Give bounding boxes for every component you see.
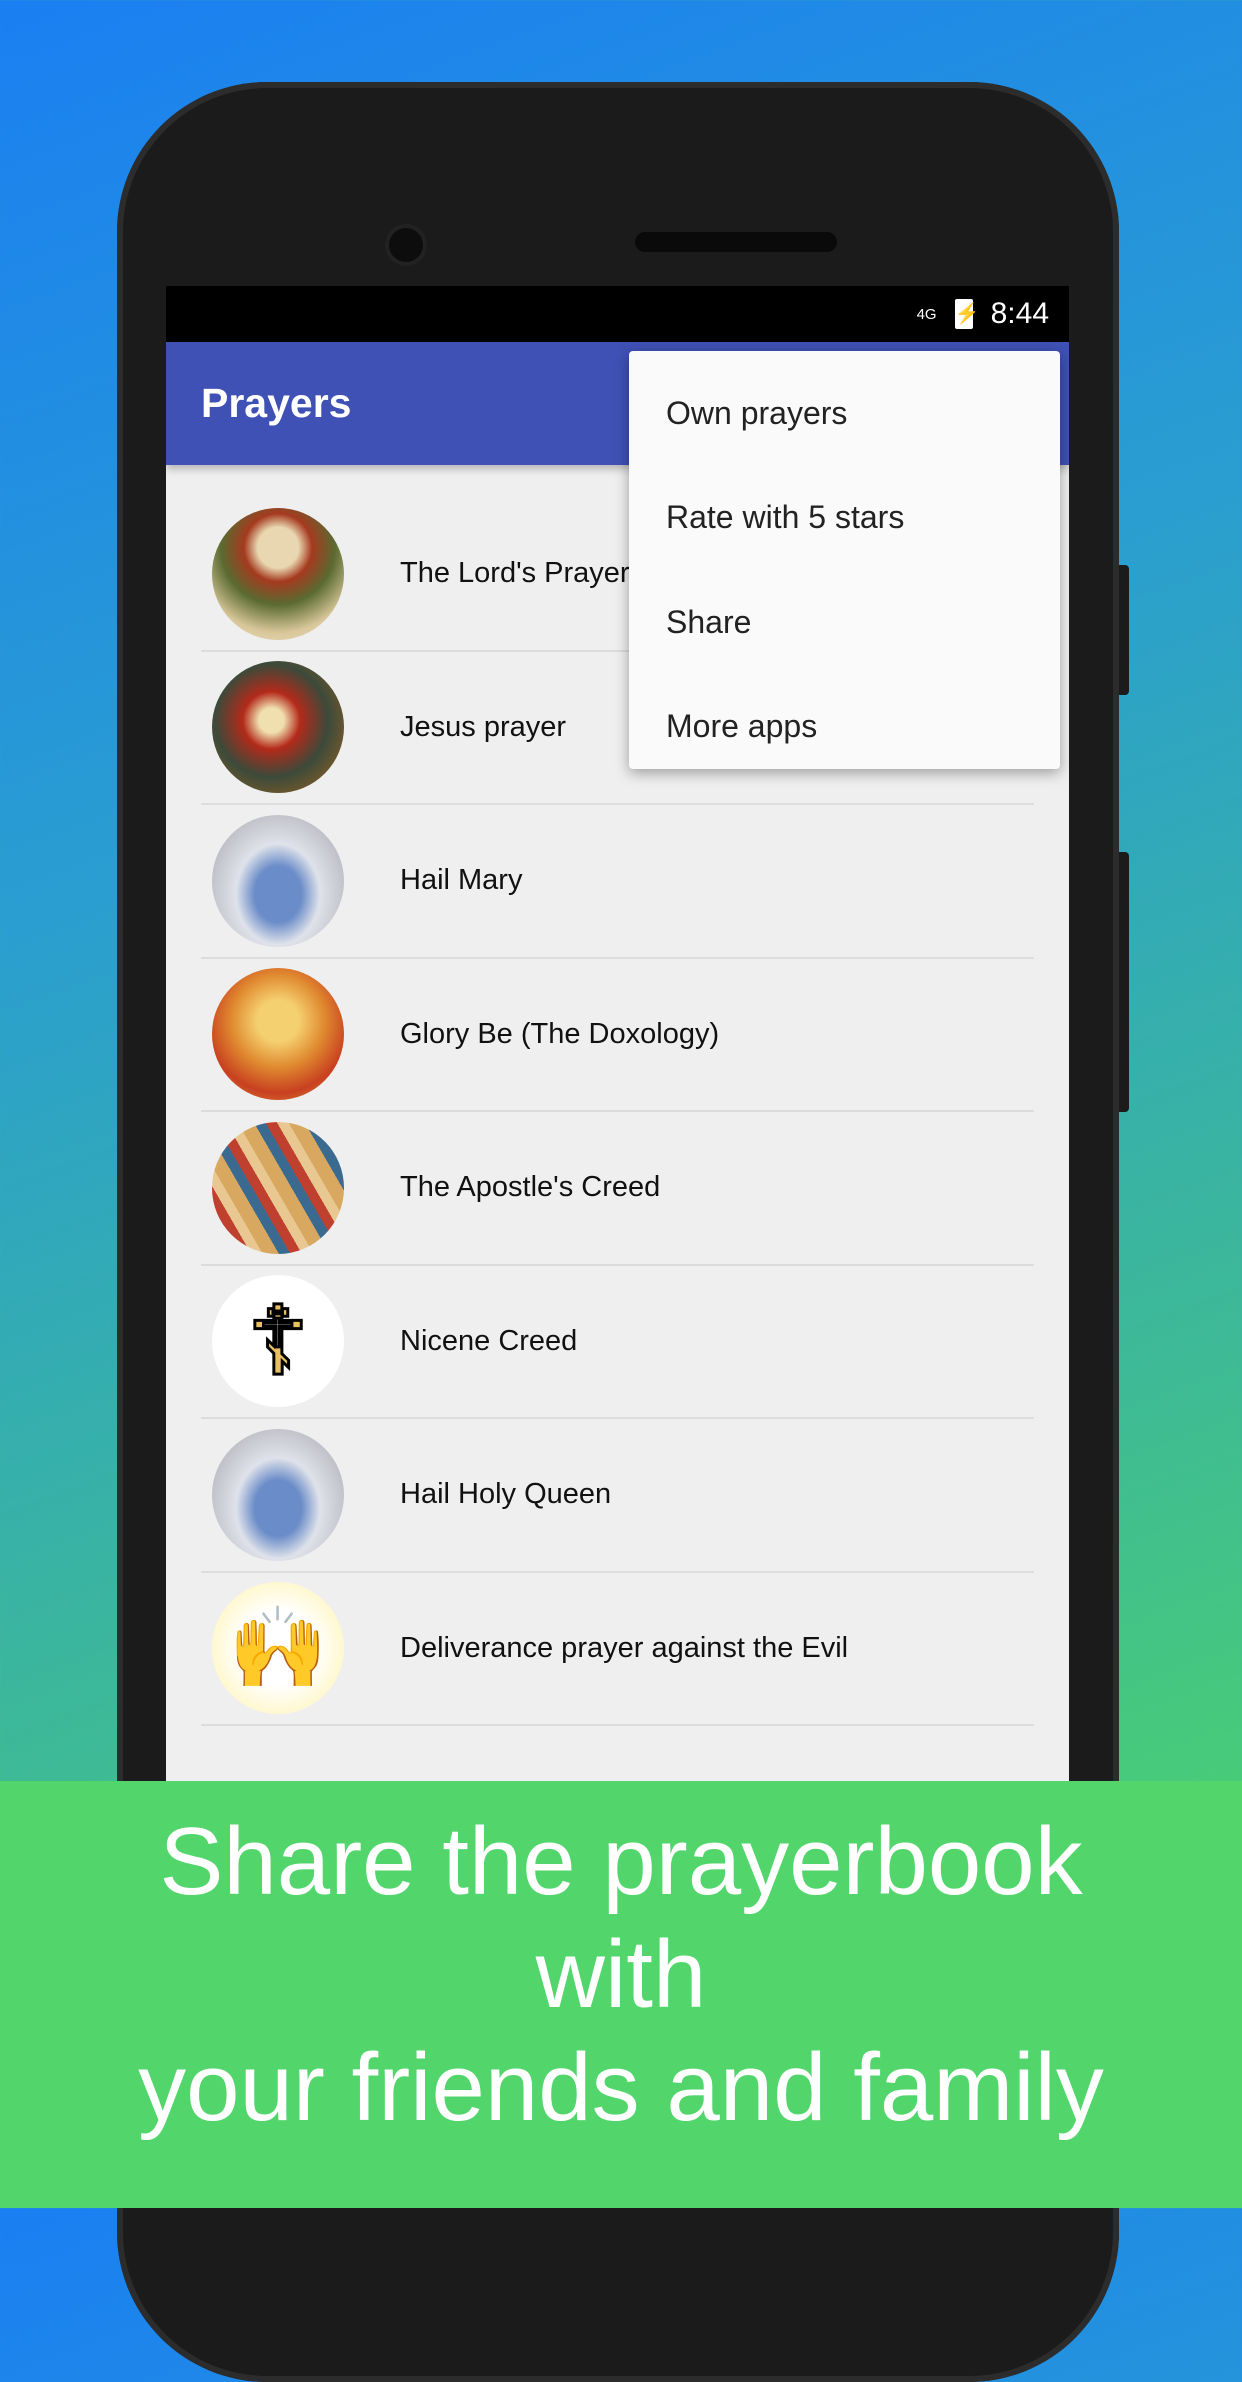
list-item[interactable]: ☦ Nicene Creed (201, 1266, 1034, 1419)
list-item-label: Hail Holy Queen (400, 1478, 612, 1511)
menu-item-more-apps[interactable]: More apps (629, 675, 1060, 780)
list-item-label: Nicene Creed (400, 1324, 578, 1357)
list-item-label: The Apostle's Creed (400, 1171, 661, 1204)
jesus-praying-icon (212, 661, 344, 794)
virgin-mary-icon (212, 814, 344, 947)
banner-line: your friends and family (138, 2034, 1104, 2141)
menu-item-rate[interactable]: Rate with 5 stars (629, 466, 1060, 571)
list-item-label: The Lord's Prayer (400, 557, 630, 590)
app-screen: 4G ⚡ 8:44 Prayers Own prayers Rate with … (166, 286, 1069, 1786)
list-item[interactable]: Glory Be (The Doxology) (201, 959, 1034, 1112)
page-title: Prayers (201, 380, 352, 426)
orthodox-cross-icon: ☦ (212, 1275, 344, 1408)
battery-charging-icon: ⚡ (954, 299, 980, 329)
banner-line: with (535, 1921, 707, 2028)
god-the-father-icon (212, 507, 344, 640)
promo-banner: Share the prayerbook with your friends a… (0, 1781, 1242, 2208)
network-indicator: 4G (916, 305, 937, 323)
list-item-label: Jesus prayer (400, 710, 567, 743)
apostles-icon (212, 1121, 344, 1254)
list-item[interactable]: Hail Holy Queen (201, 1419, 1034, 1573)
list-item-label: Hail Mary (400, 864, 523, 897)
menu-item-share[interactable]: Share (629, 570, 1060, 675)
power-button (1119, 565, 1129, 695)
list-item[interactable]: The Apostle's Creed (201, 1112, 1034, 1266)
status-bar: 4G ⚡ 8:44 (166, 286, 1069, 342)
list-item-label: Deliverance prayer against the Evil (400, 1631, 849, 1664)
broken-chains-icon: 🙌 (212, 1582, 344, 1715)
menu-item-own-prayers[interactable]: Own prayers (629, 361, 1060, 466)
front-camera (389, 228, 423, 262)
volume-button (1119, 852, 1129, 1112)
virgin-mary-icon (212, 1428, 344, 1561)
list-item-label: Glory Be (The Doxology) (400, 1017, 720, 1050)
banner-line: Share the prayerbook (159, 1808, 1083, 1915)
clock: 8:44 (990, 297, 1049, 330)
earpiece-speaker (635, 232, 837, 252)
list-item[interactable]: 🙌 Deliverance prayer against the Evil (201, 1573, 1034, 1726)
overflow-menu: Own prayers Rate with 5 stars Share More… (629, 351, 1060, 769)
holy-trinity-icon (212, 968, 344, 1101)
list-item[interactable]: Hail Mary (201, 805, 1034, 959)
